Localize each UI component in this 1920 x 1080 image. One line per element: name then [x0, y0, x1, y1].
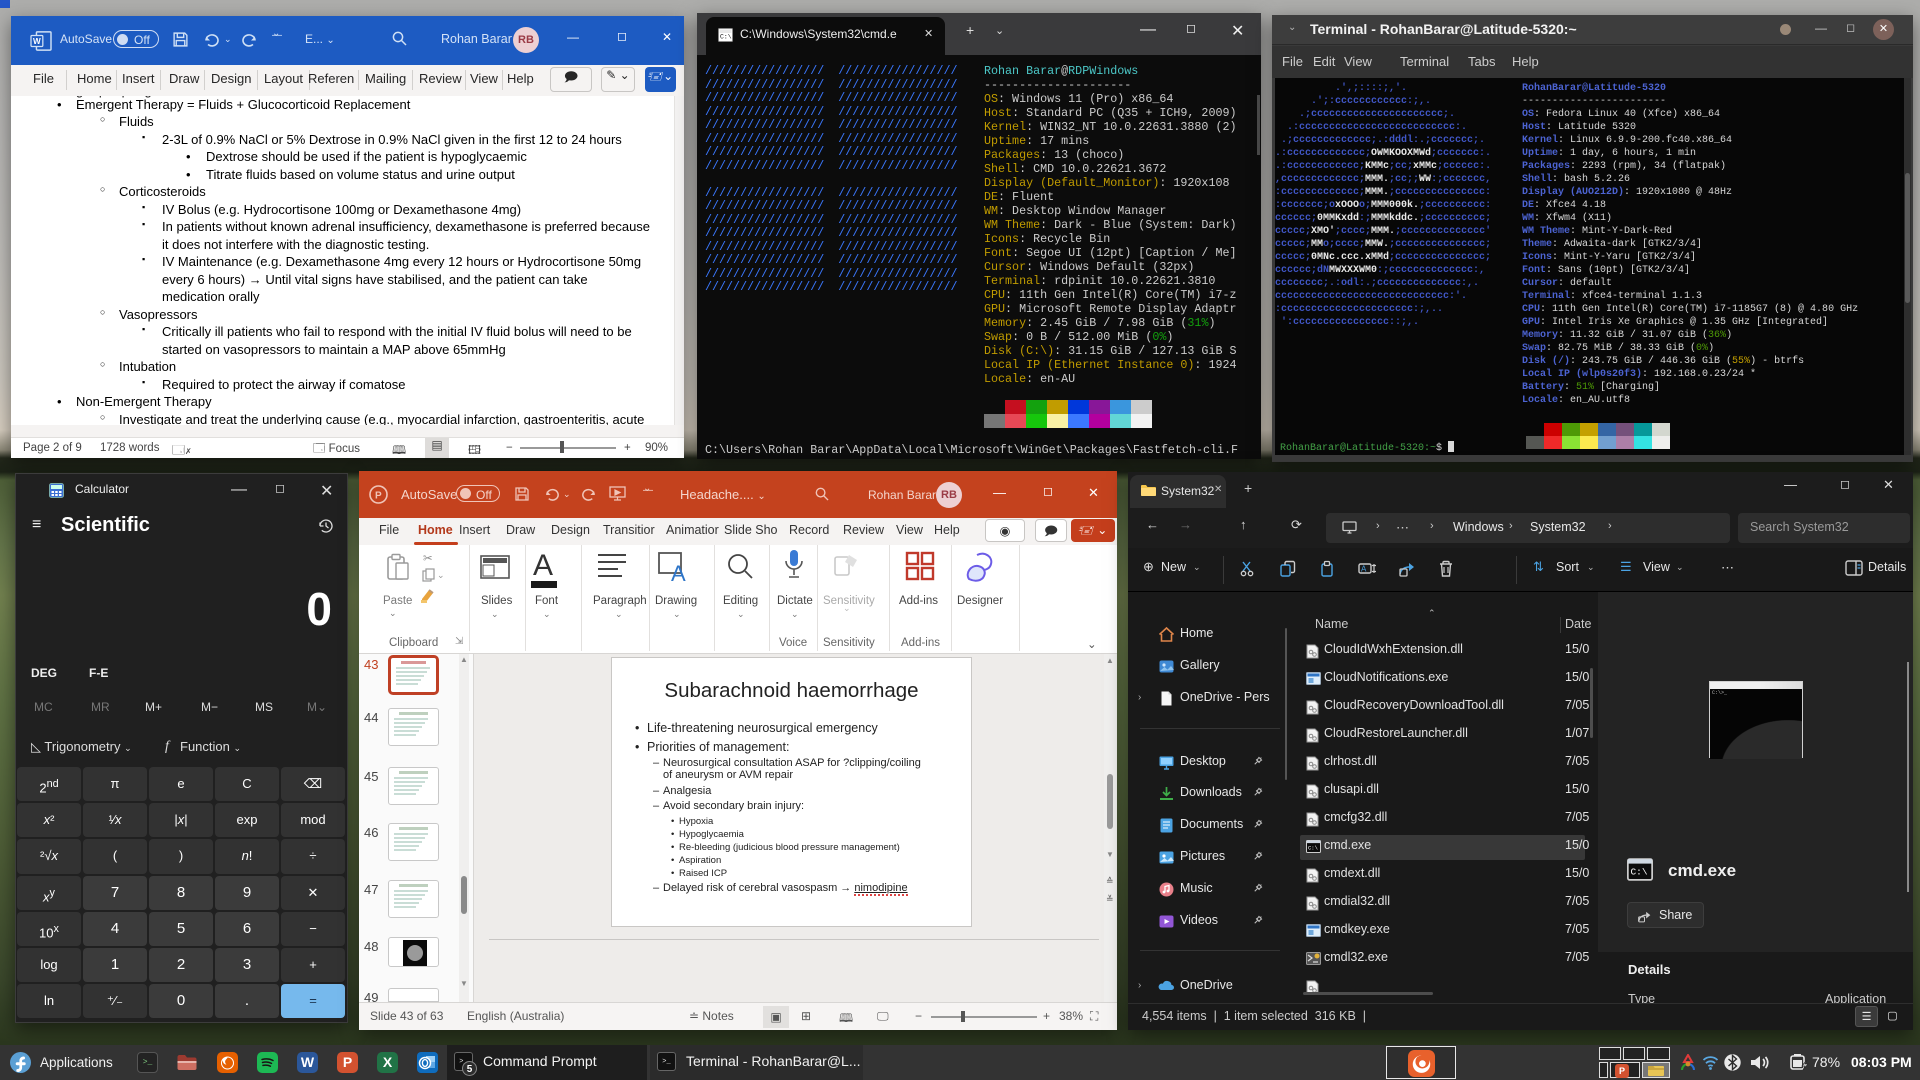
svg-text:C:\: C:\ [1308, 845, 1318, 852]
svg-text:C:\: C:\ [720, 34, 732, 41]
svg-text:W: W [33, 37, 41, 46]
svg-text:P: P [375, 491, 382, 502]
svg-text:A: A [671, 561, 686, 583]
svg-text:C:\: C:\ [1630, 867, 1647, 878]
